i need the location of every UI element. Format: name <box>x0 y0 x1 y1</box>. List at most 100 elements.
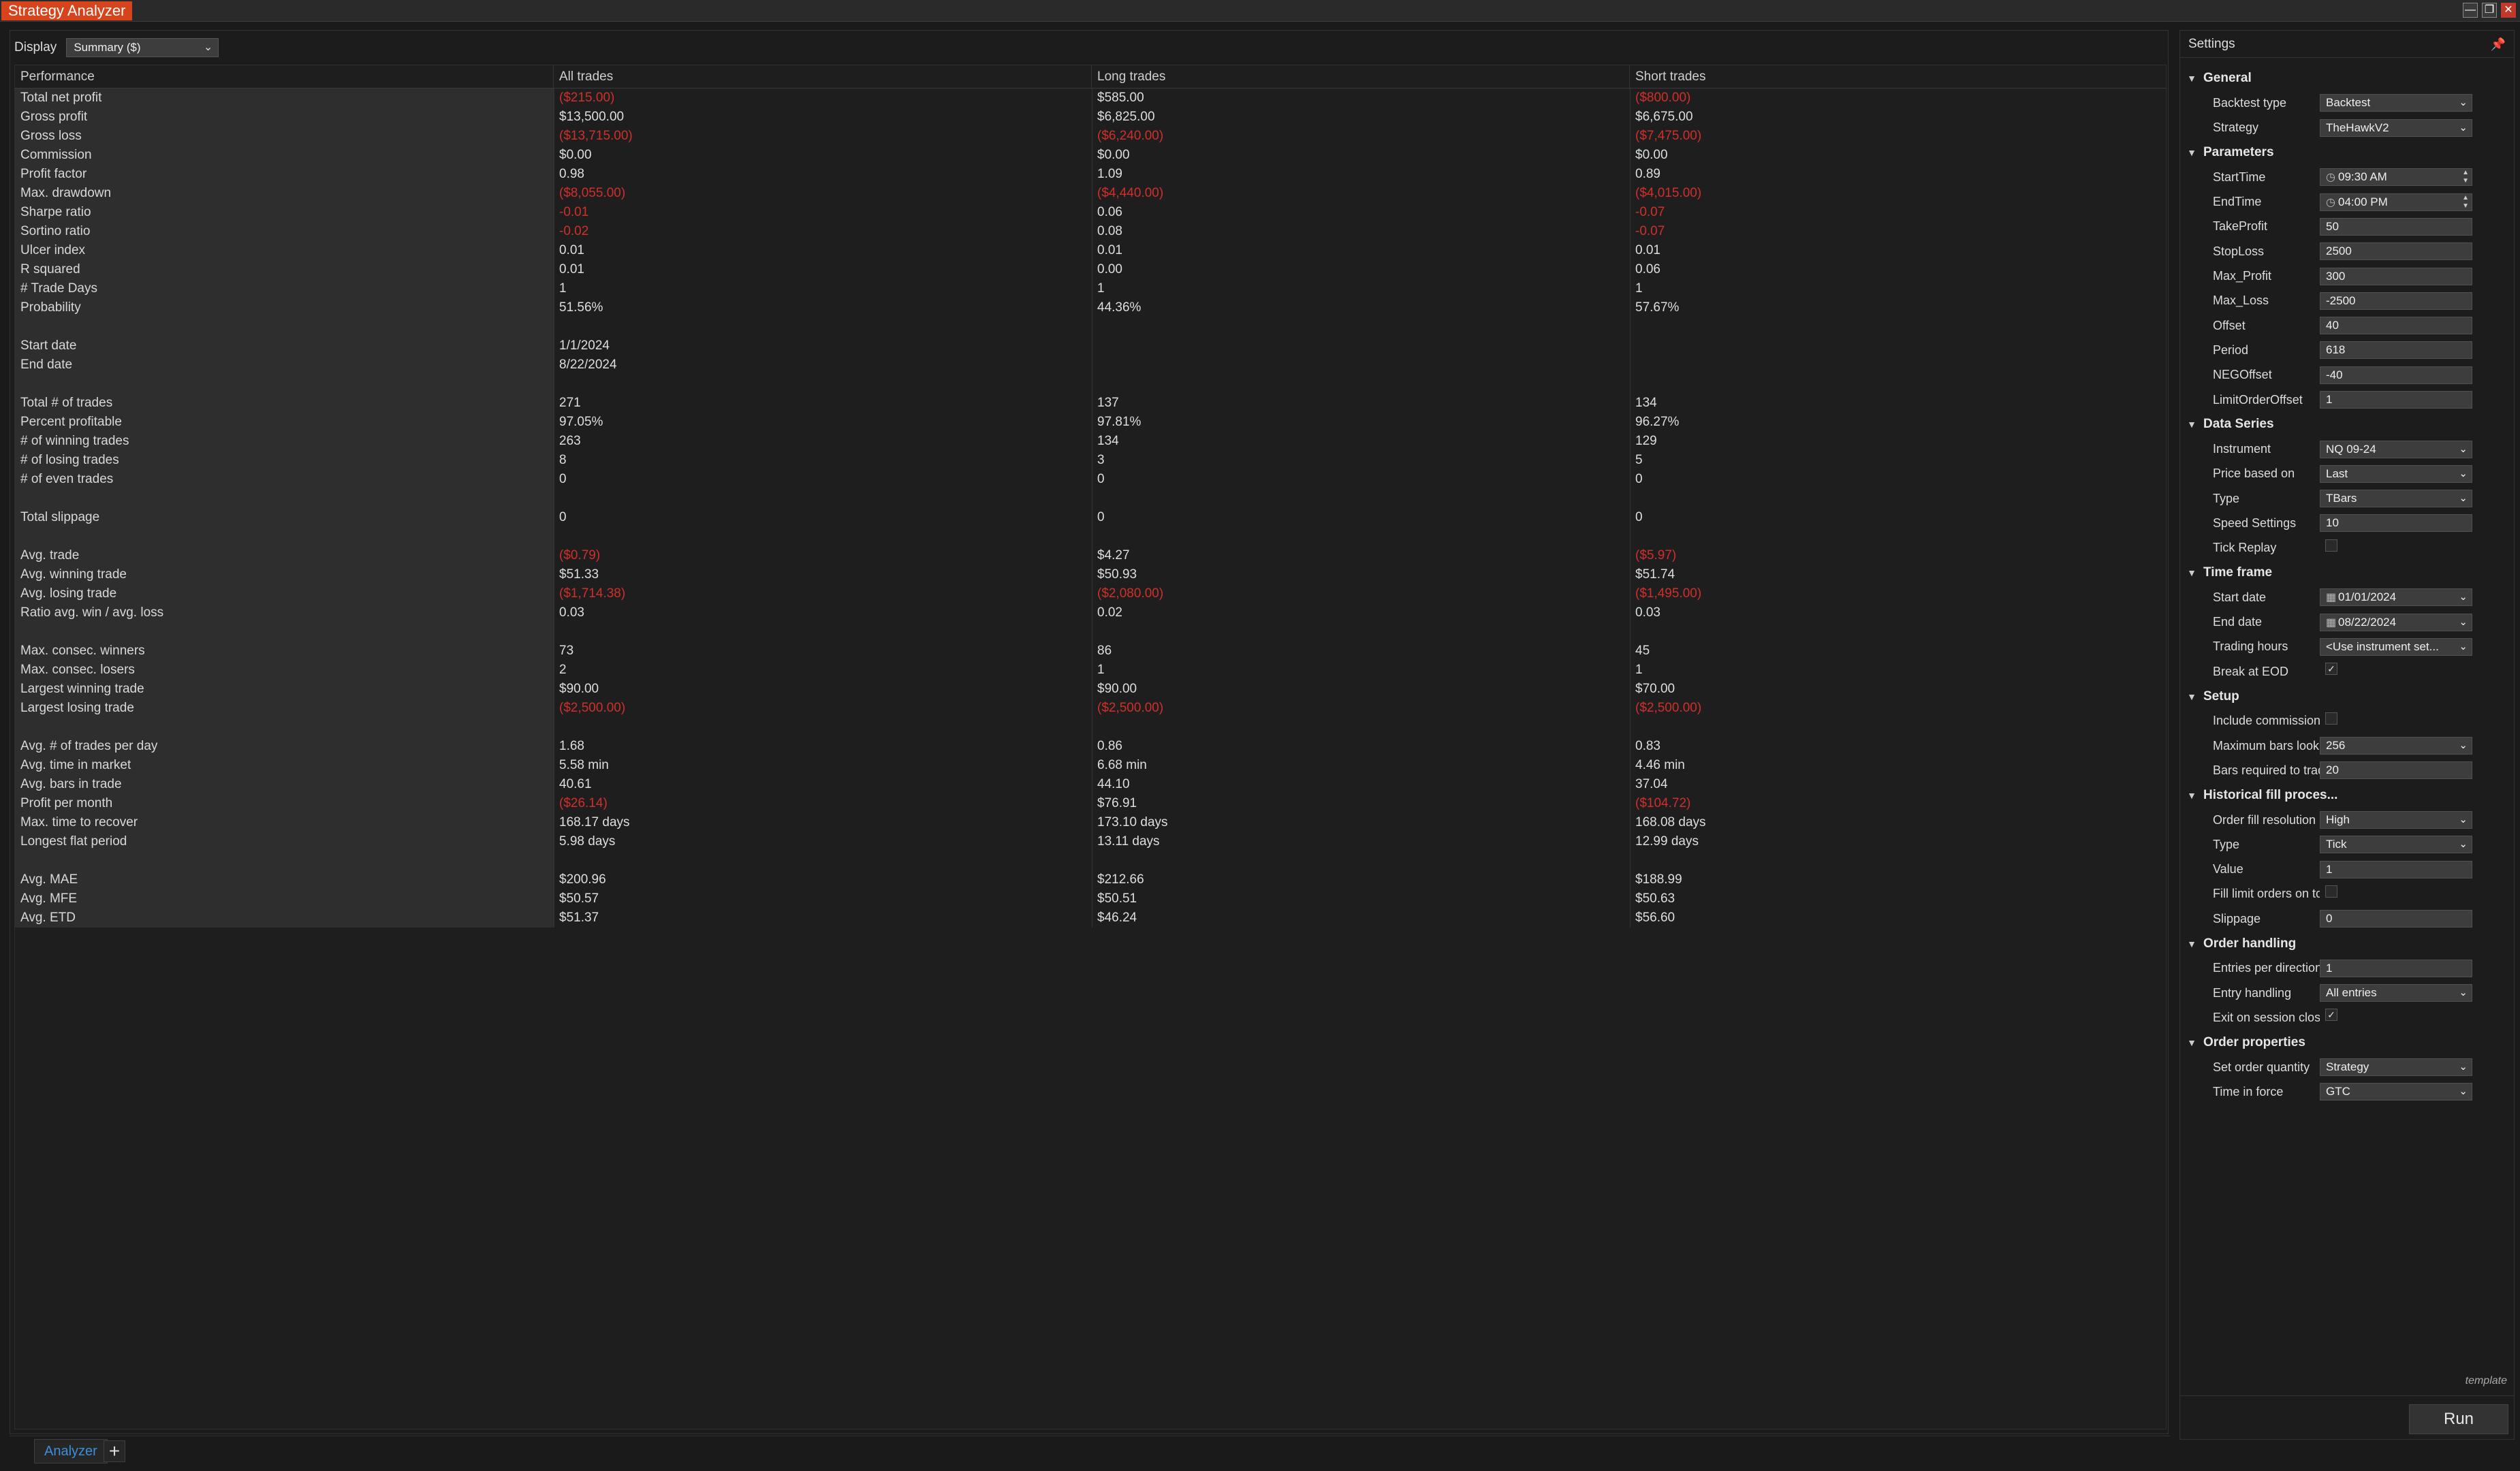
chevron-down-icon[interactable]: ⌄ <box>2459 812 2468 828</box>
row-label: Max. time to recover <box>15 813 554 832</box>
chevron-down-icon[interactable]: ⌄ <box>2459 441 2468 458</box>
close-icon[interactable]: ✕ <box>2501 3 2516 18</box>
property-input[interactable]: 20 <box>2320 761 2472 780</box>
collapse-triangle-icon[interactable]: ▼ <box>2180 567 2203 578</box>
chevron-down-icon[interactable]: ⌄ <box>2459 589 2468 605</box>
property-select[interactable]: TheHawkV2 ⌄ <box>2320 118 2472 137</box>
property-input[interactable]: 50 <box>2320 217 2472 236</box>
header-performance[interactable]: Performance <box>15 65 554 88</box>
chevron-down-icon[interactable]: ⌄ <box>2459 120 2468 136</box>
tab-analyzer[interactable]: Analyzer <box>34 1439 108 1464</box>
row-value: -0.07 <box>1635 205 1665 219</box>
collapse-triangle-icon[interactable]: ▼ <box>2180 691 2203 702</box>
run-button[interactable]: Run <box>2409 1404 2508 1434</box>
row-value: $0.00 <box>1635 148 1668 162</box>
property-select[interactable]: High ⌄ <box>2320 811 2472 829</box>
row-label: Sortino ratio <box>15 222 554 241</box>
chevron-down-icon[interactable]: ⌄ <box>2459 490 2468 507</box>
property-input[interactable]: -2500 <box>2320 291 2472 310</box>
settings-category[interactable]: ▼ Time frame <box>2180 560 2514 585</box>
property-input[interactable]: 1 <box>2320 860 2472 879</box>
tab-strip: Analyzer + <box>10 1436 2170 1466</box>
settings-category[interactable]: ▼ Data Series <box>2180 412 2514 437</box>
property-input[interactable]: -40 <box>2320 366 2472 384</box>
property-select[interactable]: TBars ⌄ <box>2320 490 2472 508</box>
property-input[interactable]: 40 <box>2320 317 2472 335</box>
collapse-triangle-icon[interactable]: ▼ <box>2180 790 2203 801</box>
template-link[interactable]: template <box>2466 1375 2507 1387</box>
header-all-trades[interactable]: All trades <box>554 65 1092 88</box>
settings-category[interactable]: ▼ Parameters <box>2180 140 2514 165</box>
settings-category[interactable]: ▼ Order handling <box>2180 931 2514 955</box>
property-select[interactable]: Backtest ⌄ <box>2320 94 2472 112</box>
chevron-down-icon[interactable]: ⌄ <box>2459 985 2468 1001</box>
property-input[interactable]: 1 <box>2320 959 2472 977</box>
run-area: Run <box>2180 1395 2514 1439</box>
property-select[interactable]: <Use instrument set... ⌄ <box>2320 637 2472 656</box>
property-checkbox[interactable] <box>2325 885 2337 898</box>
property-input[interactable]: 300 <box>2320 267 2472 285</box>
property-checkbox[interactable] <box>2325 712 2337 725</box>
minimize-icon[interactable]: — <box>2463 3 2478 18</box>
row-label <box>15 489 554 508</box>
property-select[interactable]: All entries ⌄ <box>2320 984 2472 1002</box>
row-label: Max. consec. winners <box>15 642 554 661</box>
add-tab-button[interactable]: + <box>104 1440 125 1462</box>
property-value: 10 <box>2326 516 2339 530</box>
property-time-picker[interactable]: ◷ 04:00 PM ▲ ▼ <box>2320 193 2472 211</box>
row-label: Avg. MAE <box>15 870 554 889</box>
row-value: 12.99 days <box>1635 834 1699 849</box>
pin-icon[interactable]: 📌 <box>2491 31 2506 58</box>
row-value: $0.00 <box>559 148 592 162</box>
chevron-down-icon[interactable]: ⌄ <box>2459 1059 2468 1075</box>
property-input[interactable]: 0 <box>2320 910 2472 928</box>
settings-category[interactable]: ▼ Historical fill proces... <box>2180 783 2514 808</box>
property-row: StartTime ◷ 09:30 AM ▲ ▼ <box>2180 165 2514 189</box>
property-input[interactable]: 10 <box>2320 514 2472 533</box>
collapse-triangle-icon[interactable]: ▼ <box>2180 1037 2203 1048</box>
settings-category[interactable]: ▼ Order properties <box>2180 1030 2514 1055</box>
settings-category[interactable]: ▼ General <box>2180 66 2514 91</box>
collapse-triangle-icon[interactable]: ▼ <box>2180 419 2203 430</box>
settings-category[interactable]: ▼ Setup <box>2180 684 2514 708</box>
collapse-triangle-icon[interactable]: ▼ <box>2180 73 2203 84</box>
row-value <box>554 851 1092 870</box>
row-label <box>15 375 554 394</box>
property-input[interactable]: 618 <box>2320 341 2472 360</box>
row-label: Gross loss <box>15 127 554 146</box>
chevron-down-icon[interactable]: ⌄ <box>2459 466 2468 482</box>
property-select[interactable]: Strategy ⌄ <box>2320 1058 2472 1077</box>
restore-icon[interactable]: ❐ <box>2482 3 2497 18</box>
header-short-trades[interactable]: Short trades <box>1630 65 2166 88</box>
property-select[interactable]: GTC ⌄ <box>2320 1083 2472 1101</box>
property-row: Type TBars ⌄ <box>2180 486 2514 511</box>
collapse-triangle-icon[interactable]: ▼ <box>2180 147 2203 158</box>
property-select[interactable]: 256 ⌄ <box>2320 737 2472 755</box>
chevron-down-icon[interactable]: ⌄ <box>2459 639 2468 655</box>
spinner-icon[interactable]: ▲ ▼ <box>2462 169 2469 185</box>
property-select[interactable]: Last ⌄ <box>2320 464 2472 483</box>
property-checkbox[interactable]: ✓ <box>2325 1009 2337 1022</box>
property-time-picker[interactable]: ◷ 09:30 AM ▲ ▼ <box>2320 168 2472 187</box>
chevron-down-icon[interactable]: ⌄ <box>2459 614 2468 631</box>
row-value: 0.83 <box>1635 739 1660 753</box>
chevron-down-icon[interactable]: ⌄ <box>2459 836 2468 853</box>
spinner-icon[interactable]: ▲ ▼ <box>2462 194 2469 210</box>
chevron-down-icon[interactable]: ⌄ <box>2459 1084 2468 1100</box>
property-checkbox[interactable] <box>2325 539 2337 552</box>
header-long-trades[interactable]: Long trades <box>1092 65 1630 88</box>
row-value: ($13,715.00) <box>559 129 633 143</box>
property-date-picker[interactable]: ▦ 08/22/2024 ⌄ <box>2320 613 2472 631</box>
analyzer-panel: Display Summary ($) ⌄ Performance All tr… <box>10 30 2169 1434</box>
chevron-down-icon[interactable]: ⌄ <box>2459 738 2468 754</box>
property-checkbox[interactable]: ✓ <box>2325 663 2337 676</box>
row-value: $200.96 <box>559 872 606 887</box>
chevron-down-icon[interactable]: ⌄ <box>2459 95 2468 111</box>
property-input[interactable]: 1 <box>2320 391 2472 409</box>
display-select[interactable]: Summary ($) ⌄ <box>66 38 219 57</box>
property-input[interactable]: 2500 <box>2320 242 2472 261</box>
property-select[interactable]: Tick ⌄ <box>2320 836 2472 854</box>
property-select[interactable]: NQ 09-24 ⌄ <box>2320 440 2472 458</box>
collapse-triangle-icon[interactable]: ▼ <box>2180 938 2203 949</box>
property-date-picker[interactable]: ▦ 01/01/2024 ⌄ <box>2320 588 2472 607</box>
